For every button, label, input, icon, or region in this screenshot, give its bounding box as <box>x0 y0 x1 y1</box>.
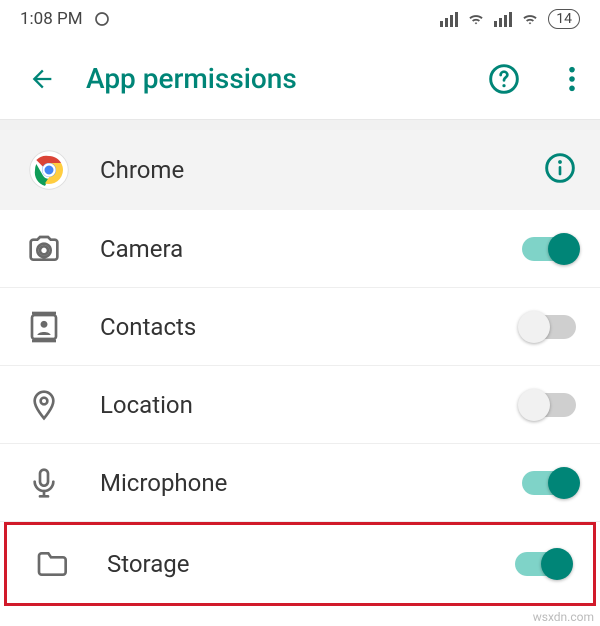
contacts-toggle[interactable] <box>522 315 576 339</box>
storage-toggle[interactable] <box>515 552 569 576</box>
location-icon <box>28 389 70 421</box>
permission-row-camera[interactable]: Camera <box>0 210 600 288</box>
wifi-icon <box>466 11 486 27</box>
app-name-label: Chrome <box>100 156 514 184</box>
camera-toggle[interactable] <box>522 237 576 261</box>
signal-icon <box>440 11 458 27</box>
signal-icon-2 <box>494 11 512 27</box>
highlight-annotation: Storage <box>4 522 596 606</box>
microphone-toggle[interactable] <box>522 471 576 495</box>
appbar: App permissions <box>0 38 600 120</box>
notification-ring-icon <box>93 10 111 28</box>
battery-level: 14 <box>556 11 572 27</box>
wifi-icon-2 <box>520 11 540 27</box>
chrome-app-icon <box>28 149 70 191</box>
permission-row-storage[interactable]: Storage <box>7 525 593 603</box>
permission-label: Camera <box>100 235 492 263</box>
microphone-icon <box>28 467 70 499</box>
app-info-button[interactable] <box>544 152 576 188</box>
section-divider <box>0 120 600 130</box>
permission-row-contacts[interactable]: Contacts <box>0 288 600 366</box>
camera-icon <box>28 233 70 265</box>
help-button[interactable] <box>488 63 520 95</box>
status-time: 1:08 PM <box>20 9 83 29</box>
page-title: App permissions <box>86 62 458 95</box>
permission-row-microphone[interactable]: Microphone <box>0 444 600 522</box>
permission-label: Contacts <box>100 313 492 341</box>
permissions-list: Camera Contacts Location Microphone Storage <box>0 210 600 606</box>
contacts-icon <box>28 311 70 343</box>
overflow-menu-button[interactable] <box>568 65 576 93</box>
watermark: wsxdn.com <box>533 610 594 624</box>
location-toggle[interactable] <box>522 393 576 417</box>
permission-label: Storage <box>107 550 485 578</box>
permission-row-location[interactable]: Location <box>0 366 600 444</box>
permission-label: Microphone <box>100 469 492 497</box>
statusbar: 1:08 PM 14 <box>0 0 600 38</box>
storage-icon <box>35 548 77 580</box>
app-header-row: Chrome <box>0 130 600 210</box>
battery-indicator: 14 <box>548 9 580 29</box>
permission-label: Location <box>100 391 492 419</box>
back-button[interactable] <box>28 65 56 93</box>
